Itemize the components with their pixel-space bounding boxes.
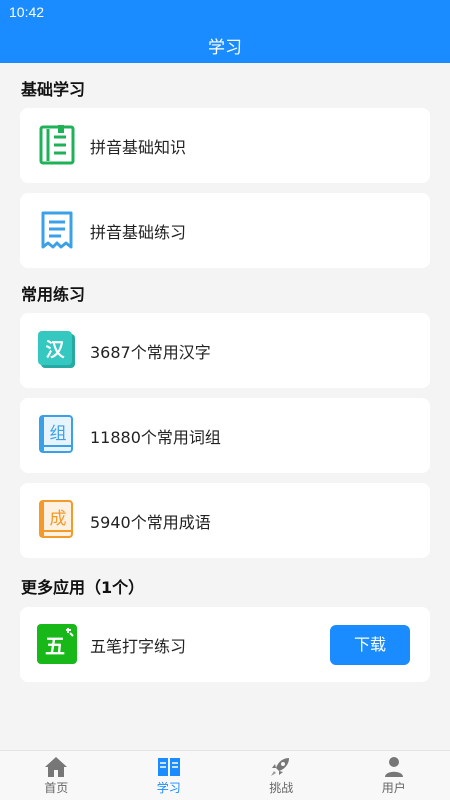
app-header: 10:42 学习 bbox=[0, 0, 450, 63]
pinyin-practice-card[interactable]: 拼音基础练习 bbox=[20, 193, 430, 268]
tab-challenge-label: 挑战 bbox=[269, 781, 294, 795]
status-time: 10:42 bbox=[9, 4, 45, 20]
tab-home-label: 首页 bbox=[44, 781, 69, 795]
book-icon bbox=[157, 758, 180, 776]
receipt-icon bbox=[41, 211, 73, 249]
wubi-label: 五笔打字练习 bbox=[90, 637, 187, 656]
common-chars-label: 3687个常用汉字 bbox=[90, 343, 211, 362]
user-icon bbox=[384, 757, 403, 777]
section-title-common: 常用练习 bbox=[21, 285, 86, 304]
han-character-book-icon: 汉 bbox=[38, 331, 75, 368]
common-idioms-glyph: 成 bbox=[50, 509, 67, 529]
common-chars-card[interactable]: 汉 3687个常用汉字 bbox=[20, 313, 430, 388]
common-words-glyph: 组 bbox=[50, 424, 67, 444]
common-words-card[interactable]: 组 11880个常用词组 bbox=[20, 398, 430, 473]
tab-study[interactable]: 学习 bbox=[113, 751, 226, 800]
wubi-app-icon: 五 bbox=[37, 624, 77, 664]
common-idioms-label: 5940个常用成语 bbox=[90, 513, 211, 532]
pinyin-practice-label: 拼音基础练习 bbox=[90, 223, 187, 242]
common-idioms-card[interactable]: 成 5940个常用成语 bbox=[20, 483, 430, 558]
page-title: 学习 bbox=[208, 38, 242, 58]
idiom-book-icon: 成 bbox=[39, 500, 73, 538]
wubi-app-card[interactable]: 五 五笔打字练习 下载 bbox=[20, 607, 430, 682]
wubi-glyph: 五 bbox=[45, 634, 65, 658]
common-words-label: 11880个常用词组 bbox=[90, 428, 221, 447]
tab-user-label: 用户 bbox=[381, 781, 406, 795]
common-chars-glyph: 汉 bbox=[45, 339, 65, 361]
bottom-tab-bar: 首页 学习 挑战 用户 bbox=[0, 750, 450, 800]
pinyin-knowledge-card[interactable]: 拼音基础知识 bbox=[20, 108, 430, 183]
section-title-basic: 基础学习 bbox=[21, 80, 86, 99]
tab-user[interactable]: 用户 bbox=[338, 751, 450, 800]
rocket-icon bbox=[271, 758, 290, 776]
tab-study-label: 学习 bbox=[156, 781, 181, 795]
main-content: 基础学习 拼音基础知识 拼音基础练习 常用练习 汉 3687个常用汉字 组 11… bbox=[0, 63, 450, 750]
download-button[interactable]: 下载 bbox=[330, 625, 410, 665]
document-list-icon bbox=[39, 125, 75, 165]
section-title-more: 更多应用（1个） bbox=[21, 578, 145, 597]
tab-challenge[interactable]: 挑战 bbox=[225, 751, 338, 800]
home-icon bbox=[45, 757, 68, 777]
pinyin-knowledge-label: 拼音基础知识 bbox=[90, 138, 187, 157]
word-group-book-icon: 组 bbox=[39, 415, 73, 453]
tab-home[interactable]: 首页 bbox=[0, 751, 113, 800]
